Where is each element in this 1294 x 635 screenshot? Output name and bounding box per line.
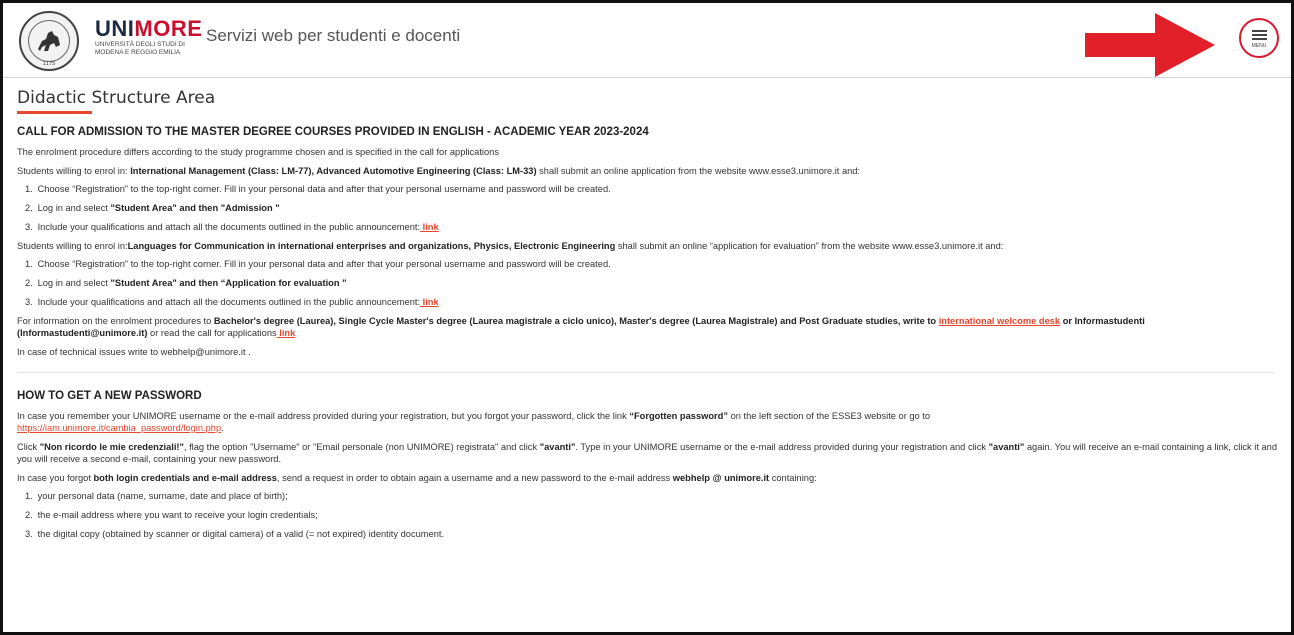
password-section: HOW TO GET A NEW PASSWORD In case you re… [17, 389, 1277, 540]
admission-paragraph-2: Students willing to enrol in:Languages f… [17, 241, 1004, 251]
list-item: 3. Include your qualifications and attac… [25, 297, 439, 307]
technical-issues-paragraph: In case of technical issues write to web… [17, 347, 251, 357]
admission-steps-list-2: 1. Choose “Registration” to the top-righ… [17, 258, 1277, 308]
password-heading: HOW TO GET A NEW PASSWORD [17, 390, 202, 402]
password-paragraph-2: Click "Non ricordo le mie credenziali!",… [17, 442, 1278, 464]
logo-subtitle-2: MODENA E REGGIO EMILIA [95, 49, 181, 56]
change-password-link[interactable]: https://iam.unimore.it/cambia_password/l… [17, 423, 221, 433]
international-welcome-desk-link[interactable]: international welcome desk [939, 316, 1060, 326]
hamburger-icon [1251, 28, 1267, 42]
list-item: 1. Choose “Registration” to the top-righ… [25, 184, 611, 194]
section-divider [17, 372, 1275, 373]
list-item: 1. Choose “Registration” to the top-righ… [25, 259, 611, 269]
admission-intro: The enrolment procedure differs accordin… [17, 147, 499, 157]
password-paragraph-3: In case you forgot both login credential… [17, 473, 817, 483]
list-item: 3. Include your qualifications and attac… [25, 222, 439, 232]
page-title: Didactic Structure Area [17, 88, 216, 108]
menu-button[interactable]: MENU [1239, 18, 1279, 58]
admission-paragraph-1: Students willing to enrol in: Internatio… [17, 166, 861, 176]
university-seal-logo[interactable]: 1175 [19, 11, 79, 71]
list-item: 3. the digital copy (obtained by scanner… [25, 529, 445, 539]
call-for-applications-link[interactable]: link [277, 328, 295, 338]
seal-year: 1175 [42, 61, 56, 67]
list-item: 1. your personal data (name, surname, da… [25, 491, 288, 501]
announcement-link-2[interactable]: link [420, 297, 439, 307]
list-item: 2. the e-mail address where you want to … [25, 510, 318, 520]
admission-heading: CALL FOR ADMISSION TO THE MASTER DEGREE … [17, 126, 649, 138]
list-item: 2. Log in and select "Student Area" and … [25, 278, 347, 288]
announcement-link-1[interactable]: link [420, 222, 439, 232]
unimore-logo[interactable]: UNIMORE UNIVERSITÀ DEGLI STUDI DI MODENA… [95, 17, 202, 57]
title-underline [17, 111, 92, 114]
list-item: 2. Log in and select "Student Area" and … [25, 203, 280, 213]
password-paragraph-1: In case you remember your UNIMORE userna… [17, 411, 931, 433]
admission-steps-list-1: 1. Choose “Registration” to the top-righ… [17, 183, 1277, 233]
site-title: Servizi web per studenti e docenti [206, 26, 461, 45]
menu-label: MENU [1251, 42, 1267, 49]
logo-subtitle-1: UNIVERSITÀ DEGLI STUDI DI [95, 41, 185, 48]
seal-horse-icon [28, 20, 70, 62]
logo-wordmark: UNIMORE [95, 16, 203, 41]
site-header: 1175 UNIMORE UNIVERSITÀ DEGLI STUDI DI M… [3, 3, 1291, 78]
main-content: Didactic Structure Area CALL FOR ADMISSI… [17, 87, 1277, 547]
red-arrow-annotation-icon [1085, 13, 1215, 77]
password-request-list: 1. your personal data (name, surname, da… [17, 490, 1277, 540]
enrolment-info-paragraph: For information on the enrolment procedu… [17, 316, 1145, 338]
